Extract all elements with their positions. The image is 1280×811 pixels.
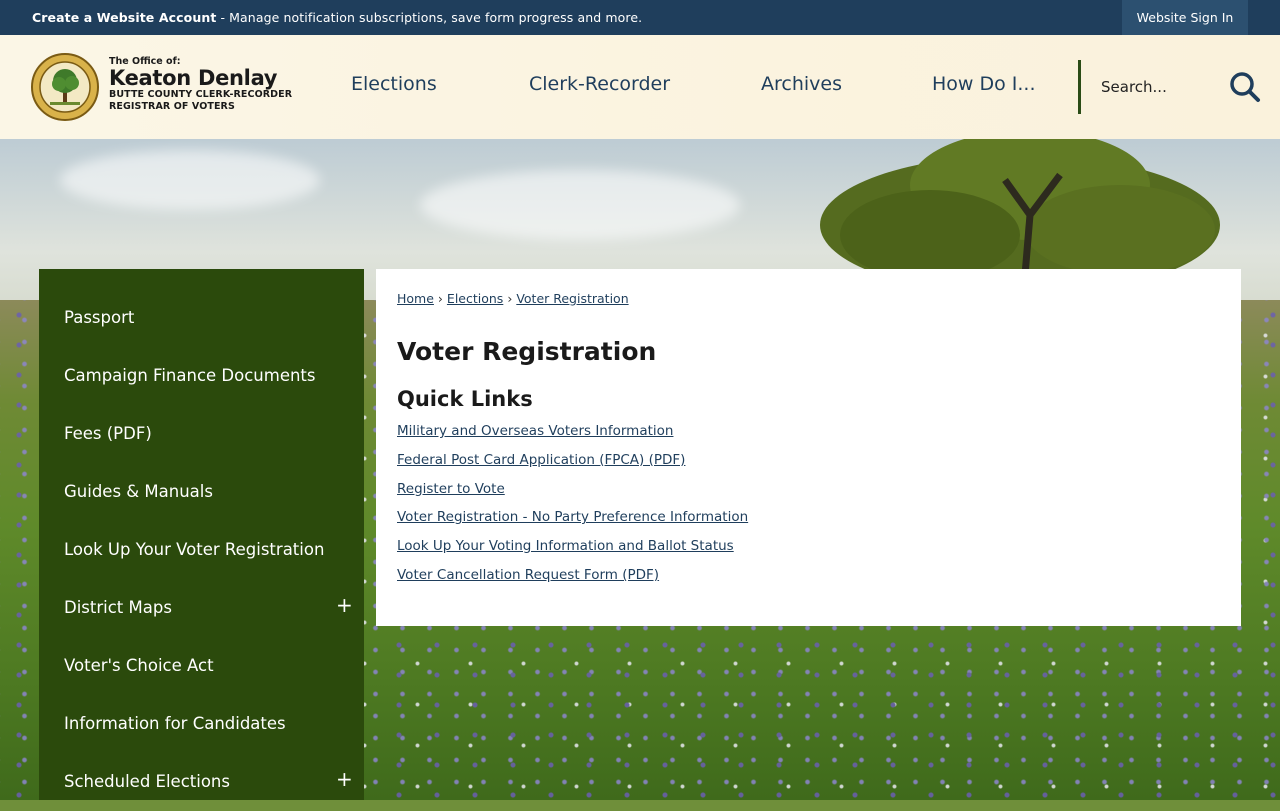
sidebar-item-voters-choice-act[interactable]: Voter's Choice Act	[39, 637, 364, 695]
nav-archives[interactable]: Archives	[761, 73, 842, 95]
sidebar-item-label: Look Up Your Voter Registration	[64, 540, 325, 559]
sidebar-item-guides-manuals[interactable]: Guides & Manuals	[39, 463, 364, 521]
sidebar-item-label: Voter's Choice Act	[64, 656, 214, 675]
expand-icon[interactable]: +	[336, 767, 353, 791]
sidebar-item-fees[interactable]: Fees (PDF)	[39, 405, 364, 463]
sidebar-item-voter-lookup[interactable]: Look Up Your Voter Registration	[39, 521, 364, 579]
brand-name: Keaton Denlay	[109, 66, 278, 90]
list-item: Voter Cancellation Request Form (PDF)	[397, 567, 748, 596]
sidebar-item-campaign-finance[interactable]: Campaign Finance Documents	[39, 347, 364, 405]
sidebar-item-scheduled-elections[interactable]: Scheduled Elections +	[39, 753, 364, 811]
link-ballot-status[interactable]: Look Up Your Voting Information and Ball…	[397, 538, 734, 554]
list-item: Federal Post Card Application (FPCA) (PD…	[397, 452, 748, 481]
nav-elections[interactable]: Elections	[351, 73, 437, 95]
sidebar-item-candidates-info[interactable]: Information for Candidates	[39, 695, 364, 753]
county-seal-logo[interactable]	[30, 52, 100, 122]
account-message: Create a Website Account - Manage notifi…	[32, 10, 642, 25]
search-box	[1078, 60, 1280, 114]
nav-how-do-i[interactable]: How Do I...	[932, 73, 1036, 95]
create-account-link[interactable]: Create a Website Account	[32, 10, 216, 25]
list-item: Military and Overseas Voters Information	[397, 423, 748, 452]
account-description: - Manage notification subscriptions, sav…	[216, 10, 643, 25]
cloud	[60, 150, 320, 210]
sidebar-item-label: Fees (PDF)	[64, 424, 152, 443]
brand-title[interactable]: The Office of: Keaton Denlay BUTTE COUNT…	[109, 56, 292, 113]
search-input[interactable]	[1101, 78, 1221, 96]
link-cancellation-form[interactable]: Voter Cancellation Request Form (PDF)	[397, 567, 659, 583]
sidebar-item-label: Scheduled Elections	[64, 772, 230, 791]
breadcrumb-separator: ›	[437, 291, 443, 306]
utility-bar: Create a Website Account - Manage notifi…	[0, 0, 1280, 35]
site-header: The Office of: Keaton Denlay BUTTE COUNT…	[0, 35, 1280, 139]
sidebar-item-passport[interactable]: Passport	[39, 289, 364, 347]
breadcrumb-voter-registration[interactable]: Voter Registration	[516, 291, 628, 306]
sidebar-item-label: Guides & Manuals	[64, 482, 213, 501]
list-item: Voter Registration - No Party Preference…	[397, 509, 748, 538]
breadcrumb-elections[interactable]: Elections	[447, 291, 503, 306]
sidebar-item-label: Passport	[64, 308, 135, 327]
sidebar-item-label: Campaign Finance Documents	[64, 366, 316, 385]
breadcrumb-separator: ›	[507, 291, 513, 306]
website-sign-in-button[interactable]: Website Sign In	[1122, 0, 1248, 35]
link-no-party-preference[interactable]: Voter Registration - No Party Preference…	[397, 509, 748, 525]
expand-icon[interactable]: +	[336, 593, 353, 617]
list-item: Look Up Your Voting Information and Ball…	[397, 538, 748, 567]
sidebar-item-label: District Maps	[64, 598, 172, 617]
content-panel: Home › Elections › Voter Registration Voter …	[376, 269, 1241, 626]
cloud	[420, 170, 740, 240]
sidebar-item-label: Information for Candidates	[64, 714, 286, 733]
link-fpca-pdf[interactable]: Federal Post Card Application (FPCA) (PD…	[397, 452, 685, 468]
section-title: Quick Links	[397, 387, 533, 411]
link-register-to-vote[interactable]: Register to Vote	[397, 481, 505, 497]
brand-subtitle-line2: REGISTRAR OF VOTERS	[109, 101, 235, 112]
sidebar-nav: Passport Campaign Finance Documents Fees…	[39, 269, 364, 800]
breadcrumb: Home › Elections › Voter Registration	[397, 291, 629, 306]
breadcrumb-home[interactable]: Home	[397, 291, 434, 306]
search-icon[interactable]	[1228, 70, 1262, 104]
link-military-overseas[interactable]: Military and Overseas Voters Information	[397, 423, 673, 439]
nav-clerk-recorder[interactable]: Clerk-Recorder	[529, 73, 670, 95]
page-title: Voter Registration	[397, 337, 657, 366]
list-item: Register to Vote	[397, 481, 748, 510]
brand-subtitle-line1: BUTTE COUNTY CLERK-RECORDER	[109, 89, 293, 100]
sidebar-item-district-maps[interactable]: District Maps +	[39, 579, 364, 637]
quick-links-list: Military and Overseas Voters Information…	[397, 423, 748, 596]
